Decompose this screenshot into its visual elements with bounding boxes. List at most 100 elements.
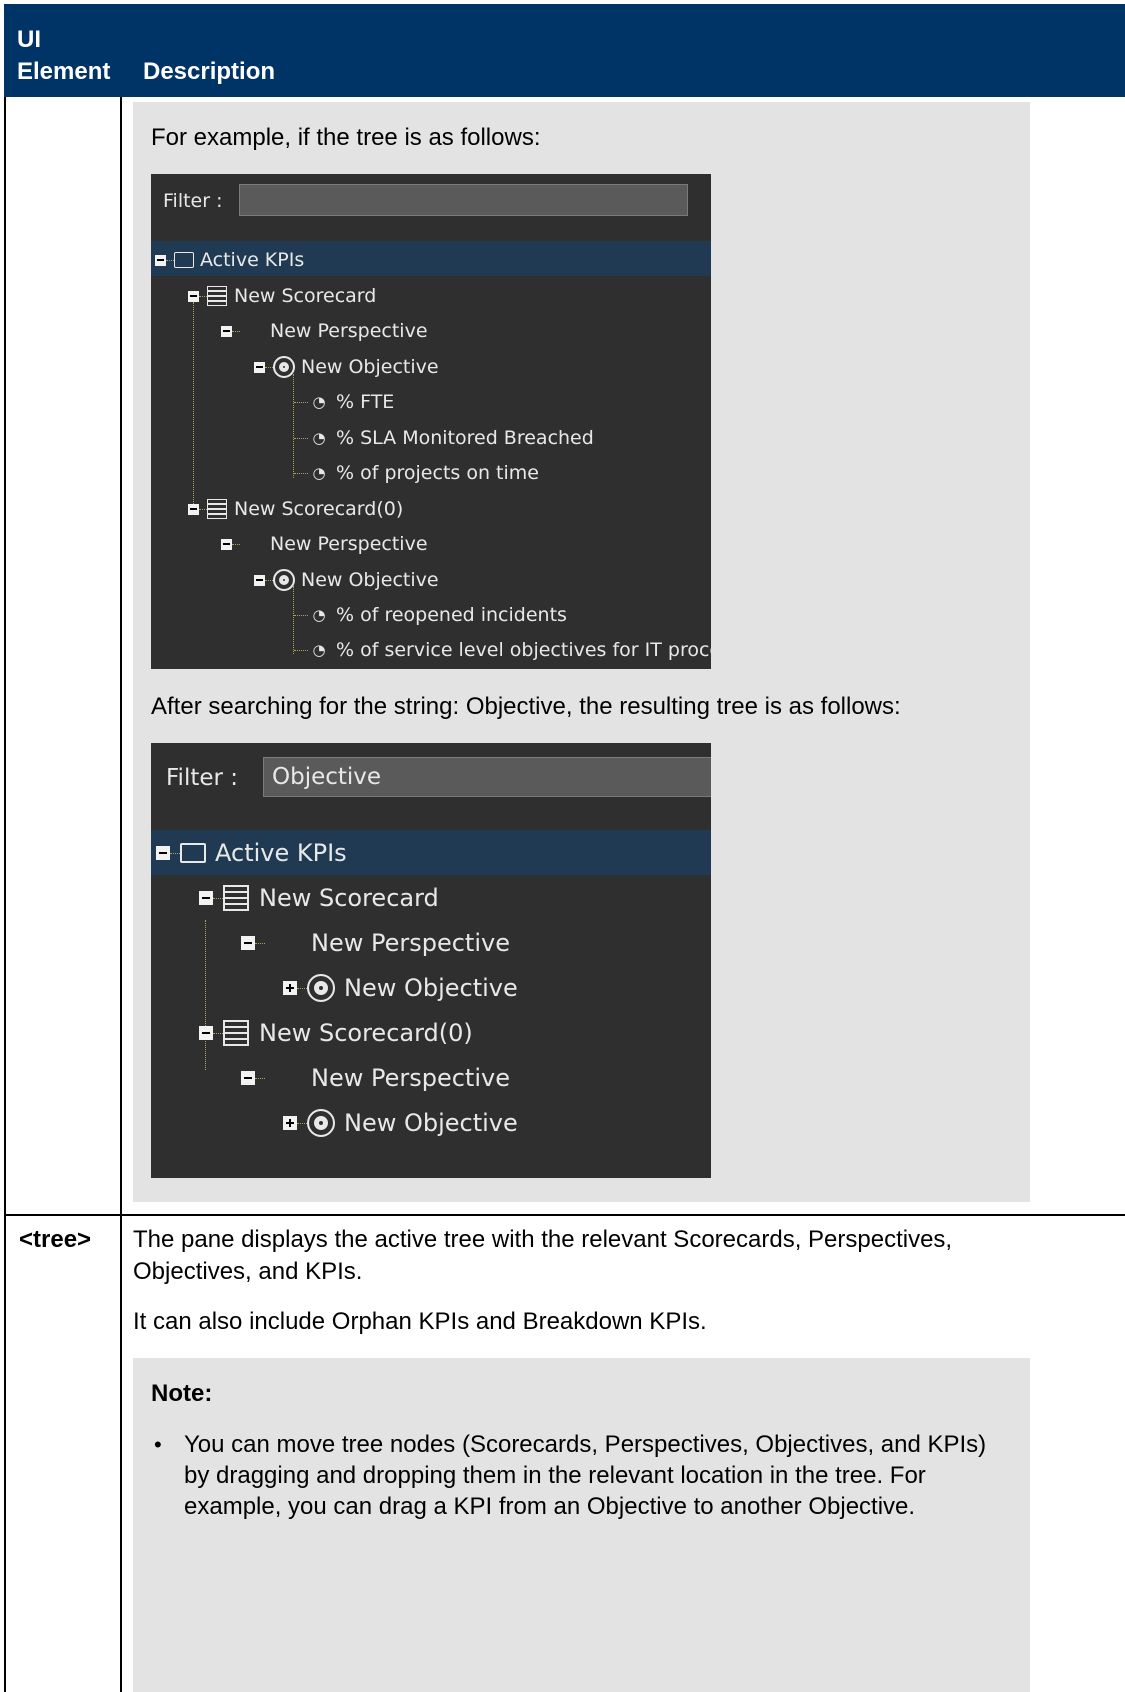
collapse-toggle-icon[interactable] (254, 361, 265, 373)
collapse-toggle-icon[interactable] (155, 254, 166, 266)
tree-node-scorecard[interactable]: New Scorecard (199, 884, 439, 912)
tree-node-perspective[interactable]: New Perspective (241, 1064, 510, 1092)
tree-node-kpi[interactable]: ◔ % of reopened incidents (294, 603, 567, 627)
tree-node-label: New Perspective (311, 929, 510, 957)
tree-node-kpi[interactable]: ◔ % of service level objectives for IT p… (294, 638, 711, 662)
example-after-text: After searching for the string: Objectiv… (151, 693, 901, 720)
tree-description-extra: It can also include Orphan KPIs and Brea… (133, 1308, 707, 1335)
tree-node-perspective[interactable]: New Perspective (221, 532, 428, 556)
tree-node-scorecard[interactable]: New Scorecard(0) (188, 497, 403, 521)
scorecard-icon (207, 286, 227, 306)
tree-connector (213, 1032, 223, 1034)
tree-node-label: New Objective (344, 1109, 518, 1137)
tree-description: The pane displays the active tree with t… (133, 1226, 953, 1285)
note-item: You can move tree nodes (Scorecards, Per… (154, 1429, 1014, 1522)
tree-connector (297, 987, 307, 989)
tree-node-label: % FTE (336, 391, 395, 413)
tree-connector (294, 401, 308, 403)
collapse-toggle-icon[interactable] (254, 574, 265, 586)
tree-node-objective[interactable]: New Objective (254, 568, 439, 592)
tree-connector (294, 614, 308, 616)
tree-connector (170, 852, 180, 854)
tree-node-label: New Scorecard (259, 884, 439, 912)
tree-connector (294, 649, 308, 651)
tree-connector (255, 942, 265, 944)
tree-node-label: New Scorecard (234, 285, 377, 307)
tree-connector (265, 366, 273, 368)
table-header: UI Element Description (4, 4, 1125, 97)
tree-node-active-kpis[interactable]: Active KPIs (156, 839, 347, 867)
tree-connector (166, 259, 174, 261)
folder-icon (174, 252, 194, 268)
collapse-toggle-icon[interactable] (156, 846, 170, 860)
scorecard-icon (223, 885, 249, 911)
tree-node-label: Active KPIs (200, 249, 305, 271)
tree-node-label: % of projects on time (336, 462, 539, 484)
collapse-toggle-icon[interactable] (188, 503, 199, 515)
header-ui-line2: Element (17, 58, 111, 85)
tree-node-objective[interactable]: New Objective (254, 355, 439, 379)
tree-node-label: % SLA Monitored Breached (336, 427, 594, 449)
tree-node-perspective[interactable]: New Perspective (221, 319, 428, 343)
kpi-gauge-icon: ◔ (312, 429, 326, 447)
tree-node-perspective[interactable]: New Perspective (241, 929, 510, 957)
scorecard-icon (223, 1020, 249, 1046)
tree-connector (232, 543, 240, 545)
kpi-gauge-icon: ◔ (312, 606, 326, 624)
collapse-toggle-icon[interactable] (199, 891, 213, 905)
collapse-toggle-icon[interactable] (221, 538, 232, 550)
kpi-gauge-icon: ◔ (312, 464, 326, 482)
collapse-toggle-icon[interactable] (241, 1071, 255, 1085)
tree-connector (255, 1077, 265, 1079)
tree-connector (294, 472, 308, 474)
tree-connector (294, 437, 308, 439)
collapse-toggle-icon[interactable] (221, 325, 232, 337)
tree-connector (232, 330, 240, 332)
filter-label: Filter : (163, 190, 223, 212)
tree-node-scorecard[interactable]: New Scorecard (188, 284, 376, 308)
kpi-gauge-icon: ◔ (312, 641, 326, 659)
collapse-toggle-icon[interactable] (188, 290, 199, 302)
collapse-toggle-icon[interactable] (241, 936, 255, 950)
tree-node-label: New Objective (301, 569, 439, 591)
expand-toggle-icon[interactable] (283, 1116, 297, 1130)
tree-node-kpi[interactable]: ◔ % of projects on time (294, 461, 539, 485)
tree-connector (193, 302, 194, 512)
tree-node-label: % of service level objectives for IT pro… (336, 639, 711, 661)
tree-node-label: New Objective (301, 356, 439, 378)
tree-node-label: New Scorecard(0) (234, 498, 404, 520)
column-divider (120, 97, 122, 1692)
ui-element-table: UI Element Description For example, if t… (4, 4, 1125, 1692)
tree-node-label: Active KPIs (215, 839, 347, 867)
tree-connector (265, 579, 273, 581)
collapse-toggle-icon[interactable] (199, 1026, 213, 1040)
tree-node-label: New Perspective (270, 533, 428, 555)
objective-icon (273, 356, 295, 378)
tree-screenshot-before: Filter : Active KPIs New Scorecard New P… (151, 174, 711, 669)
tree-node-scorecard[interactable]: New Scorecard(0) (199, 1019, 473, 1047)
tree-connector (213, 897, 223, 899)
filter-input[interactable]: Objective (263, 757, 711, 797)
tree-node-label: % of reopened incidents (336, 604, 567, 626)
expand-toggle-icon[interactable] (283, 981, 297, 995)
objective-icon (307, 974, 335, 1002)
header-ui-line1: UI (17, 26, 41, 53)
header-description: Description (143, 58, 276, 85)
tree-connector (199, 295, 207, 297)
tree-node-label: New Perspective (311, 1064, 510, 1092)
tree-screenshot-after: Filter : Objective Active KPIs New Score… (151, 743, 711, 1178)
filter-input[interactable] (239, 184, 688, 216)
note-box (133, 1358, 1030, 1692)
example-intro: For example, if the tree is as follows: (151, 124, 541, 151)
tree-node-label: New Perspective (270, 320, 428, 342)
tree-node-objective[interactable]: New Objective (283, 974, 518, 1002)
tree-node-objective[interactable]: New Objective (283, 1109, 518, 1137)
tree-connector (205, 920, 206, 1070)
tree-node-active-kpis[interactable]: Active KPIs (155, 248, 304, 272)
tree-node-kpi[interactable]: ◔ % FTE (294, 390, 394, 414)
tree-node-label: New Scorecard(0) (259, 1019, 473, 1047)
tree-node-kpi[interactable]: ◔ % SLA Monitored Breached (294, 426, 594, 450)
kpi-gauge-icon: ◔ (312, 393, 326, 411)
tree-connector (297, 1122, 307, 1124)
tree-connector (199, 508, 207, 510)
